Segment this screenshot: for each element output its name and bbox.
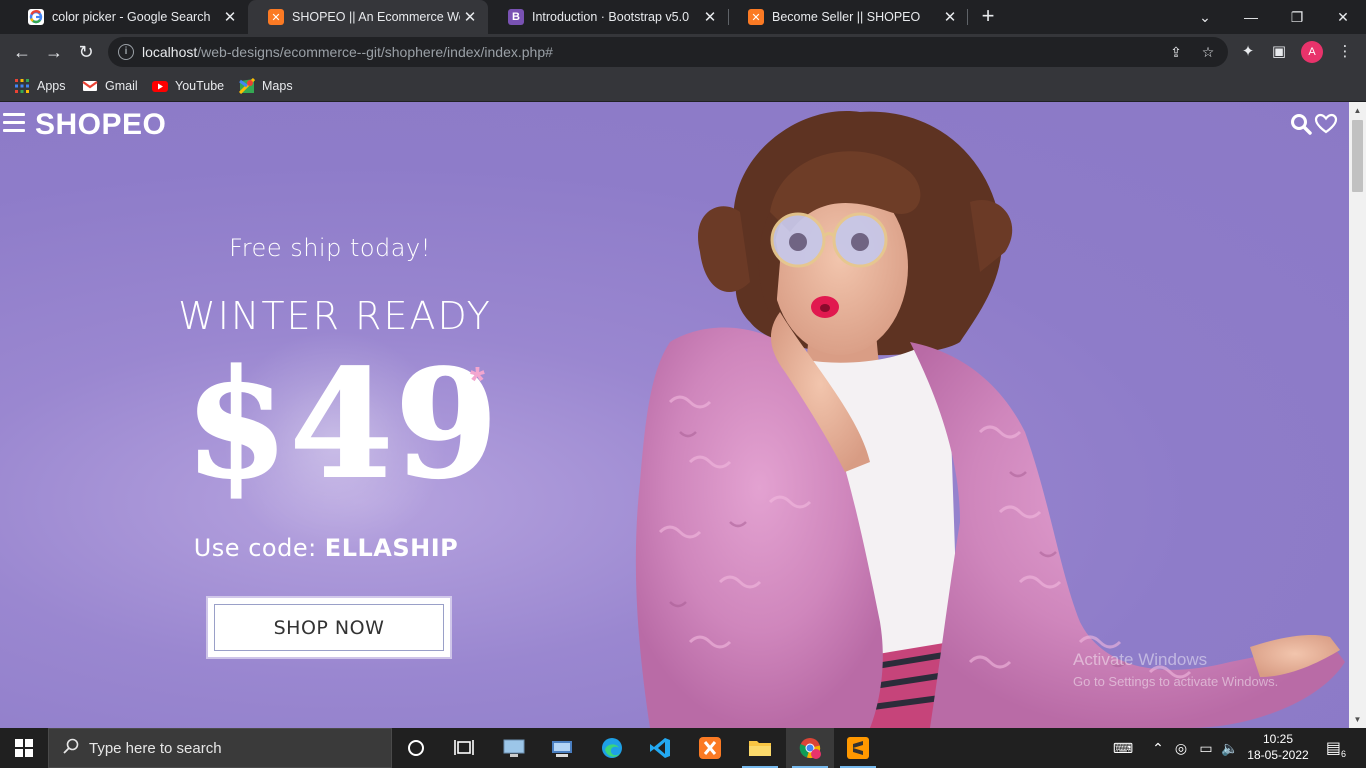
webcam-icon[interactable]: ◎: [1172, 738, 1190, 758]
notifications-icon[interactable]: ▤6: [1322, 738, 1350, 759]
bookmark-label: Gmail: [105, 79, 138, 93]
tab-search-chevron-icon[interactable]: ⌄: [1182, 0, 1228, 34]
google-icon: [28, 9, 44, 25]
sublime-text-icon[interactable]: [834, 728, 882, 768]
bookmark-label: Apps: [37, 79, 66, 93]
side-panel-icon[interactable]: ▣: [1268, 41, 1290, 63]
bookmark-maps[interactable]: Maps: [238, 76, 293, 96]
shop-now-button[interactable]: SHOP NOW: [208, 598, 450, 657]
apps-grid-icon: [14, 78, 30, 94]
tab-shopeo[interactable]: ✕ SHOPEO || An Ecommerce Websi ✕: [248, 0, 488, 34]
tab-title: SHOPEO || An Ecommerce Websi: [292, 10, 460, 24]
promo-asterisk: *: [470, 360, 485, 402]
clock-time: 10:25: [1262, 732, 1294, 746]
bootstrap-icon: B: [508, 9, 524, 25]
url-path: /web-designs/ecommerce--git/shophere/ind…: [197, 44, 553, 60]
notification-count: 6: [1341, 749, 1347, 759]
bookmark-label: Maps: [262, 79, 293, 93]
promo-code-prefix: Use code:: [193, 534, 325, 562]
back-arrow-icon[interactable]: ←: [8, 38, 36, 66]
tab-google-search[interactable]: color picker - Google Search ✕: [8, 0, 248, 34]
minimize-button[interactable]: —: [1228, 0, 1274, 34]
bookmark-star-icon[interactable]: ☆: [1198, 42, 1218, 62]
profile-avatar[interactable]: A: [1301, 41, 1323, 63]
tab-become-seller[interactable]: ✕ Become Seller || SHOPEO ✕: [728, 0, 968, 34]
close-icon[interactable]: ✕: [220, 8, 240, 26]
hero-model-image: [635, 111, 1345, 728]
bookmarks-bar: Apps Gmail YouTube Maps: [0, 70, 1366, 102]
address-bar[interactable]: i localhost/web-designs/ecommerce--git/s…: [108, 37, 1228, 67]
browser-tab-strip: color picker - Google Search ✕ ✕ SHOPEO …: [0, 0, 1366, 34]
clock-date: 18-05-2022: [1247, 748, 1309, 762]
new-tab-button[interactable]: +: [976, 5, 1000, 29]
youtube-icon: [152, 78, 168, 94]
xampp-icon: ✕: [748, 9, 764, 25]
taskbar-search-placeholder: Type here to search: [89, 739, 222, 757]
cortana-icon[interactable]: [392, 728, 440, 768]
url-text[interactable]: localhost/web-designs/ecommerce--git/sho…: [142, 44, 553, 60]
chrome-icon[interactable]: [786, 728, 834, 768]
promo-price: $49: [184, 337, 500, 511]
menu-hamburger-icon[interactable]: [3, 113, 25, 133]
restore-button[interactable]: ❐: [1274, 0, 1320, 34]
activate-windows-watermark: Activate Windows Go to Settings to activ…: [1073, 650, 1278, 689]
system-clock[interactable]: 10:25 18-05-2022: [1246, 731, 1310, 763]
bookmark-label: YouTube: [175, 79, 225, 93]
bookmark-youtube[interactable]: YouTube: [152, 76, 224, 96]
promo-code-line: Use code: ELLASHIP: [0, 534, 652, 562]
close-icon[interactable]: ✕: [460, 8, 480, 26]
scroll-up-arrow-icon[interactable]: ▲: [1349, 102, 1366, 119]
tab-bootstrap[interactable]: B Introduction · Bootstrap v5.0 ✕: [488, 0, 728, 34]
heart-wishlist-icon[interactable]: [1314, 112, 1338, 136]
watermark-subtitle: Go to Settings to activate Windows.: [1073, 674, 1279, 689]
task-view-icon[interactable]: [440, 728, 488, 768]
maps-icon: [238, 77, 256, 95]
battery-icon[interactable]: ▭: [1196, 738, 1216, 758]
search-icon: [63, 738, 79, 758]
chevron-up-icon[interactable]: ⌃: [1150, 738, 1166, 758]
site-header: SHOPEO: [0, 102, 1349, 148]
scrollbar-thumb[interactable]: [1352, 120, 1363, 192]
tab-title: Become Seller || SHOPEO: [772, 10, 921, 24]
forward-arrow-icon[interactable]: →: [40, 38, 68, 66]
file-explorer-icon[interactable]: [736, 728, 784, 768]
close-icon[interactable]: ✕: [940, 8, 960, 26]
reload-icon[interactable]: ↻: [72, 38, 100, 66]
edge-icon[interactable]: [588, 728, 636, 768]
search-icon[interactable]: [1289, 112, 1313, 136]
shop-now-frame: [214, 604, 444, 651]
gmail-icon: [82, 78, 98, 94]
bookmark-gmail[interactable]: Gmail: [82, 76, 138, 96]
site-info-icon[interactable]: i: [118, 44, 134, 60]
xampp-icon: ✕: [268, 9, 284, 25]
menu-kebab-icon[interactable]: ⋮: [1334, 41, 1356, 63]
xampp-icon[interactable]: [686, 728, 734, 768]
windows-taskbar: Type here to search ⌨ ⌃ ◎ ▭ 🔈 10:25 18-0…: [0, 728, 1366, 768]
windows-start-icon[interactable]: [0, 728, 48, 768]
browser-toolbar: ← → ↻ i localhost/web-designs/ecommerce-…: [0, 34, 1366, 70]
share-icon[interactable]: ⇪: [1166, 42, 1186, 62]
promo-code: ELLASHIP: [324, 534, 459, 562]
close-window-button[interactable]: ✕: [1320, 0, 1366, 34]
site-logo[interactable]: SHOPEO: [35, 108, 166, 142]
tab-separator: [967, 9, 968, 25]
bookmark-apps[interactable]: Apps: [14, 76, 66, 96]
tab-title: color picker - Google Search: [52, 10, 211, 24]
watermark-title: Activate Windows: [1073, 650, 1208, 669]
explorer-pc-icon[interactable]: [490, 728, 538, 768]
page-scrollbar[interactable]: ▲ ▼: [1349, 102, 1366, 728]
promo-free-ship: Free ship today!: [229, 234, 431, 262]
close-icon[interactable]: ✕: [700, 8, 720, 26]
volume-icon[interactable]: 🔈: [1220, 738, 1240, 758]
page-viewport: SHOPEO Free ship today! WINTER READY $49…: [0, 102, 1349, 728]
vscode-icon[interactable]: [636, 728, 684, 768]
control-panel-icon[interactable]: [538, 728, 586, 768]
tab-title: Introduction · Bootstrap v5.0: [532, 10, 690, 24]
url-host: localhost: [142, 44, 198, 60]
scroll-down-arrow-icon[interactable]: ▼: [1349, 711, 1366, 728]
extensions-puzzle-icon[interactable]: ✦: [1237, 41, 1259, 63]
keyboard-icon[interactable]: ⌨: [1110, 738, 1136, 758]
taskbar-search-box[interactable]: Type here to search: [48, 728, 392, 768]
